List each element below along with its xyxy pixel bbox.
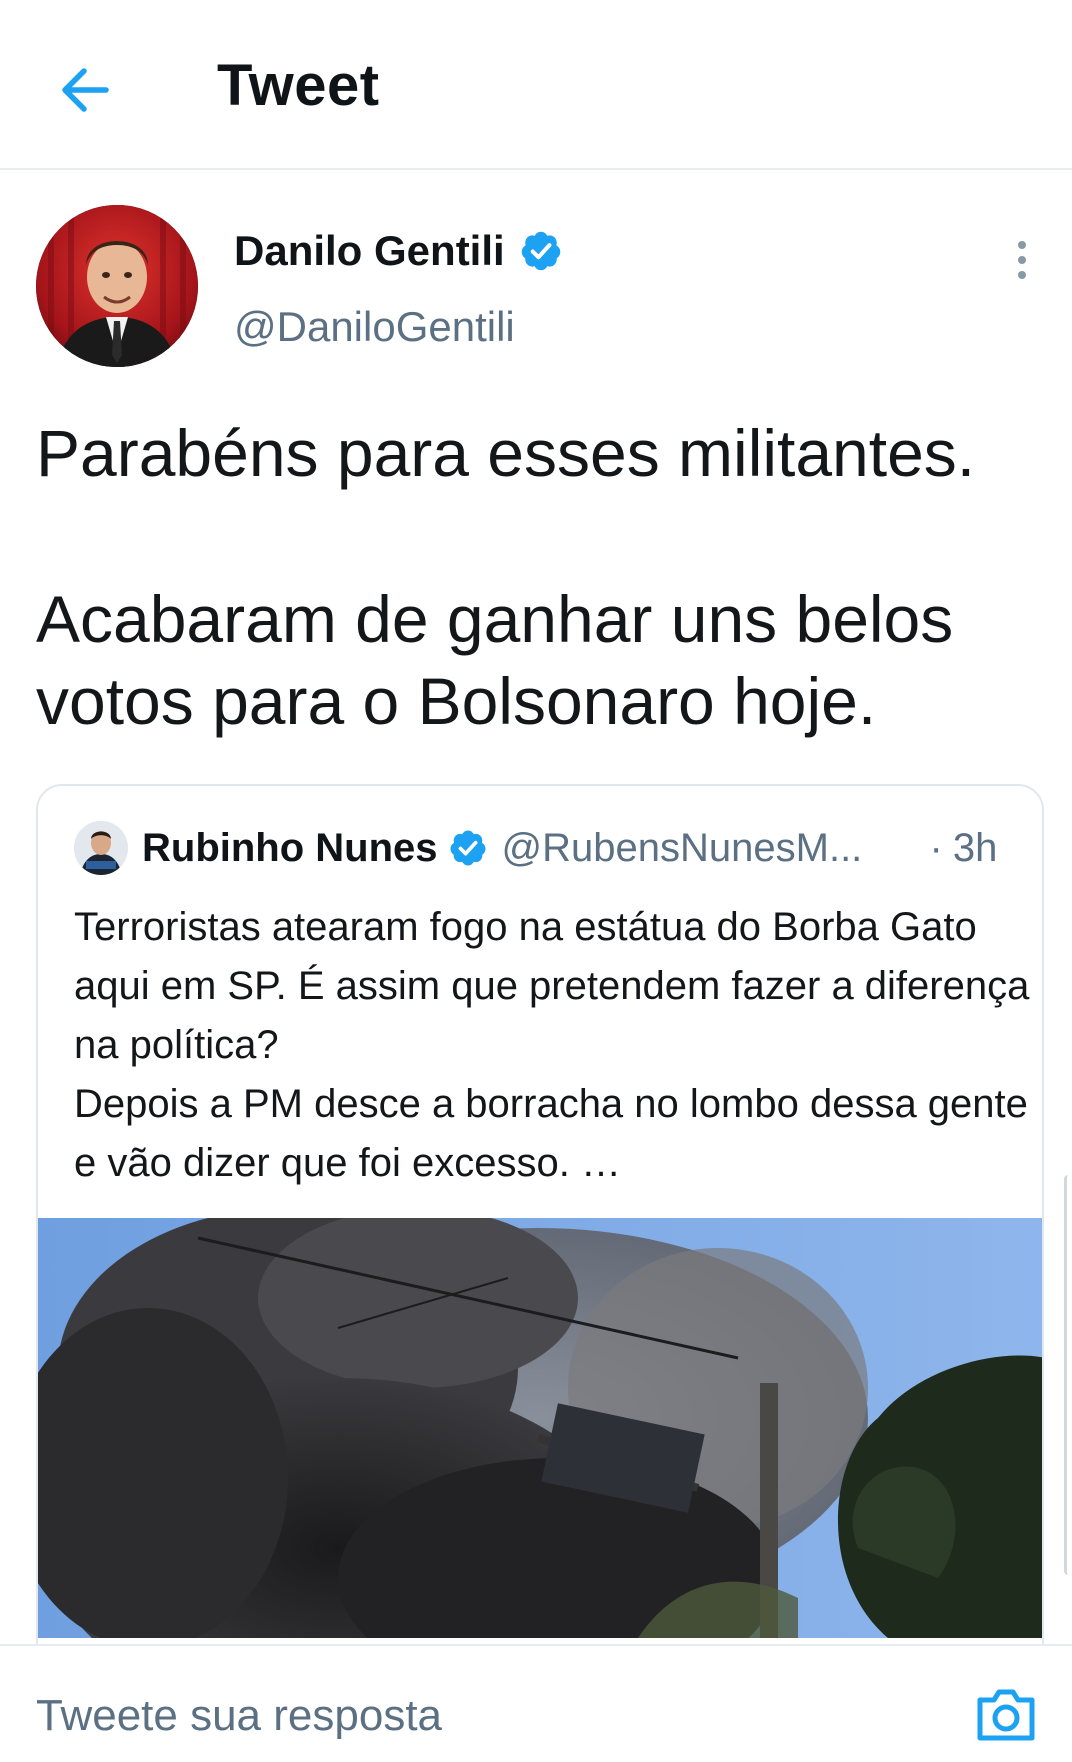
arrow-left-icon [62, 68, 109, 112]
tweet-text: Parabéns para esses militantes. Acabaram… [36, 412, 1046, 742]
avatar[interactable] [36, 205, 198, 367]
quoted-tweet-text: Terroristas atearam fogo na estátua do B… [74, 898, 1034, 1193]
tweet-author: Danilo Gentili @DaniloGentili [36, 205, 1036, 370]
more-dot-icon [1018, 241, 1026, 249]
quoted-author-handle[interactable]: @RubensNunesM... [502, 826, 902, 871]
camera-icon [977, 1689, 1035, 1741]
more-dot-icon [1018, 271, 1026, 279]
reply-input[interactable] [36, 1686, 836, 1746]
top-bar: Tweet [0, 0, 1072, 170]
camera-button[interactable] [974, 1682, 1038, 1744]
more-dot-icon [1018, 256, 1026, 264]
quoted-tweet[interactable]: Rubinho Nunes @RubensNunesM... · 3h Terr… [36, 784, 1044, 1762]
quoted-avatar [74, 821, 128, 875]
quoted-tweet-image[interactable] [38, 1218, 1042, 1638]
separator-dot: · [929, 825, 943, 870]
author-handle[interactable]: @DaniloGentili [234, 303, 515, 351]
quoted-author-name[interactable]: Rubinho Nunes [142, 826, 438, 871]
more-options-button[interactable] [1004, 235, 1040, 285]
verified-badge-icon [450, 830, 486, 866]
author-name[interactable]: Danilo Gentili [234, 227, 505, 275]
back-button[interactable] [50, 55, 120, 125]
tweet-paragraph: Parabéns para esses militantes. [36, 416, 976, 490]
scrollbar[interactable] [1064, 1175, 1072, 1575]
verified-badge-icon [521, 231, 560, 271]
quoted-timestamp: 3h [952, 825, 998, 870]
tweet-paragraph: Acabaram de ganhar uns belos votos para … [36, 582, 954, 738]
quoted-tweet-header: Rubinho Nunes @RubensNunesM... · 3h [74, 818, 1034, 878]
author-name-row: Danilo Gentili [234, 227, 563, 275]
quoted-text-line: Terroristas atearam fogo na estátua do B… [74, 905, 1030, 1067]
quoted-text-line: Depois a PM desce a borracha no lombo de… [74, 1082, 1028, 1185]
page-title: Tweet [217, 53, 380, 118]
reply-bar [0, 1644, 1072, 1762]
